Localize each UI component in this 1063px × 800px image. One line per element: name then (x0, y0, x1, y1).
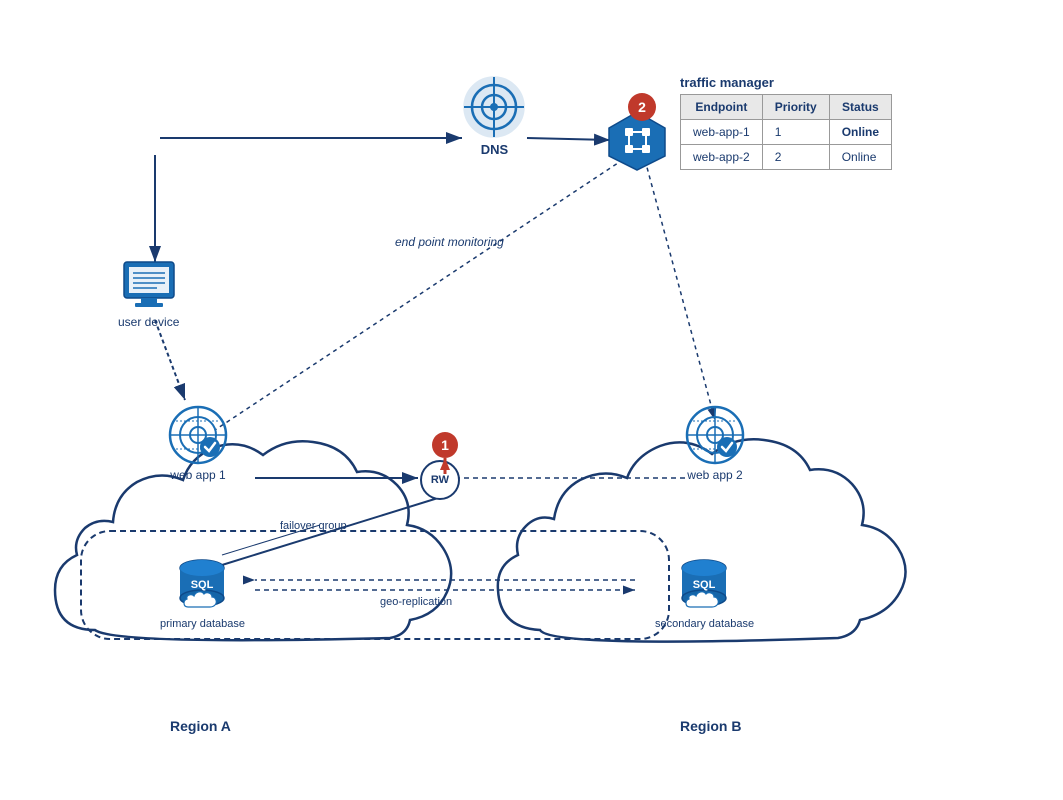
primary-sql-icon: SQL (170, 550, 235, 615)
priority-2: 2 (762, 145, 829, 170)
diagram-container: DNS 2 traffic manager Endpoi (0, 0, 1063, 800)
dns-icon-box: DNS (462, 75, 527, 157)
secondary-sql-icon-box: SQL secondary database (655, 550, 754, 630)
web-app-2-label: web app 2 (687, 468, 742, 482)
tm-badge-2: 2 (628, 93, 656, 121)
secondary-db-label: secondary database (655, 618, 754, 630)
region-a-label: Region A (170, 718, 231, 734)
tm-col-priority: Priority (762, 95, 829, 120)
priority-1: 1 (762, 120, 829, 145)
web-app-1-icon (168, 405, 228, 465)
web-app-1-label: web app 1 (170, 468, 225, 482)
table-row: web-app-2 2 Online (681, 145, 892, 170)
endpoint-monitoring-label: end point monitoring (395, 235, 504, 249)
table-row: web-app-1 1 Online (681, 120, 892, 145)
svg-text:SQL: SQL (693, 579, 716, 591)
web-app-2-icon (685, 405, 745, 465)
primary-sql-icon-box: SQL primary database (160, 550, 245, 630)
region-b-label: Region B (680, 718, 741, 734)
user-device-icon (119, 257, 179, 312)
rw-pin-icon: 1 (430, 430, 460, 475)
rw-badge-1: 1 (430, 430, 460, 480)
secondary-sql-icon: SQL (672, 550, 737, 615)
failover-group-label: failover group (280, 520, 347, 532)
endpoint-2: web-app-2 (681, 145, 763, 170)
endpoint-1: web-app-1 (681, 120, 763, 145)
tm-table: Endpoint Priority Status web-app-1 1 Onl… (680, 94, 892, 170)
user-device-label: user device (118, 315, 179, 329)
svg-text:SQL: SQL (191, 579, 214, 591)
status-1: Online (829, 120, 891, 145)
svg-text:1: 1 (441, 437, 449, 453)
user-device-icon-box: user device (118, 257, 179, 329)
primary-db-label: primary database (160, 618, 245, 630)
web-app-2-icon-box: web app 2 (685, 405, 745, 482)
web-app-1-icon-box: web app 1 (168, 405, 228, 482)
status-2: Online (829, 145, 891, 170)
dns-icon (462, 75, 527, 140)
tm-table-container: traffic manager Endpoint Priority Status… (680, 75, 892, 170)
geo-replication-label: geo-replication (380, 596, 452, 608)
tm-title: traffic manager (680, 75, 892, 90)
tm-col-status: Status (829, 95, 891, 120)
tm-col-endpoint: Endpoint (681, 95, 763, 120)
